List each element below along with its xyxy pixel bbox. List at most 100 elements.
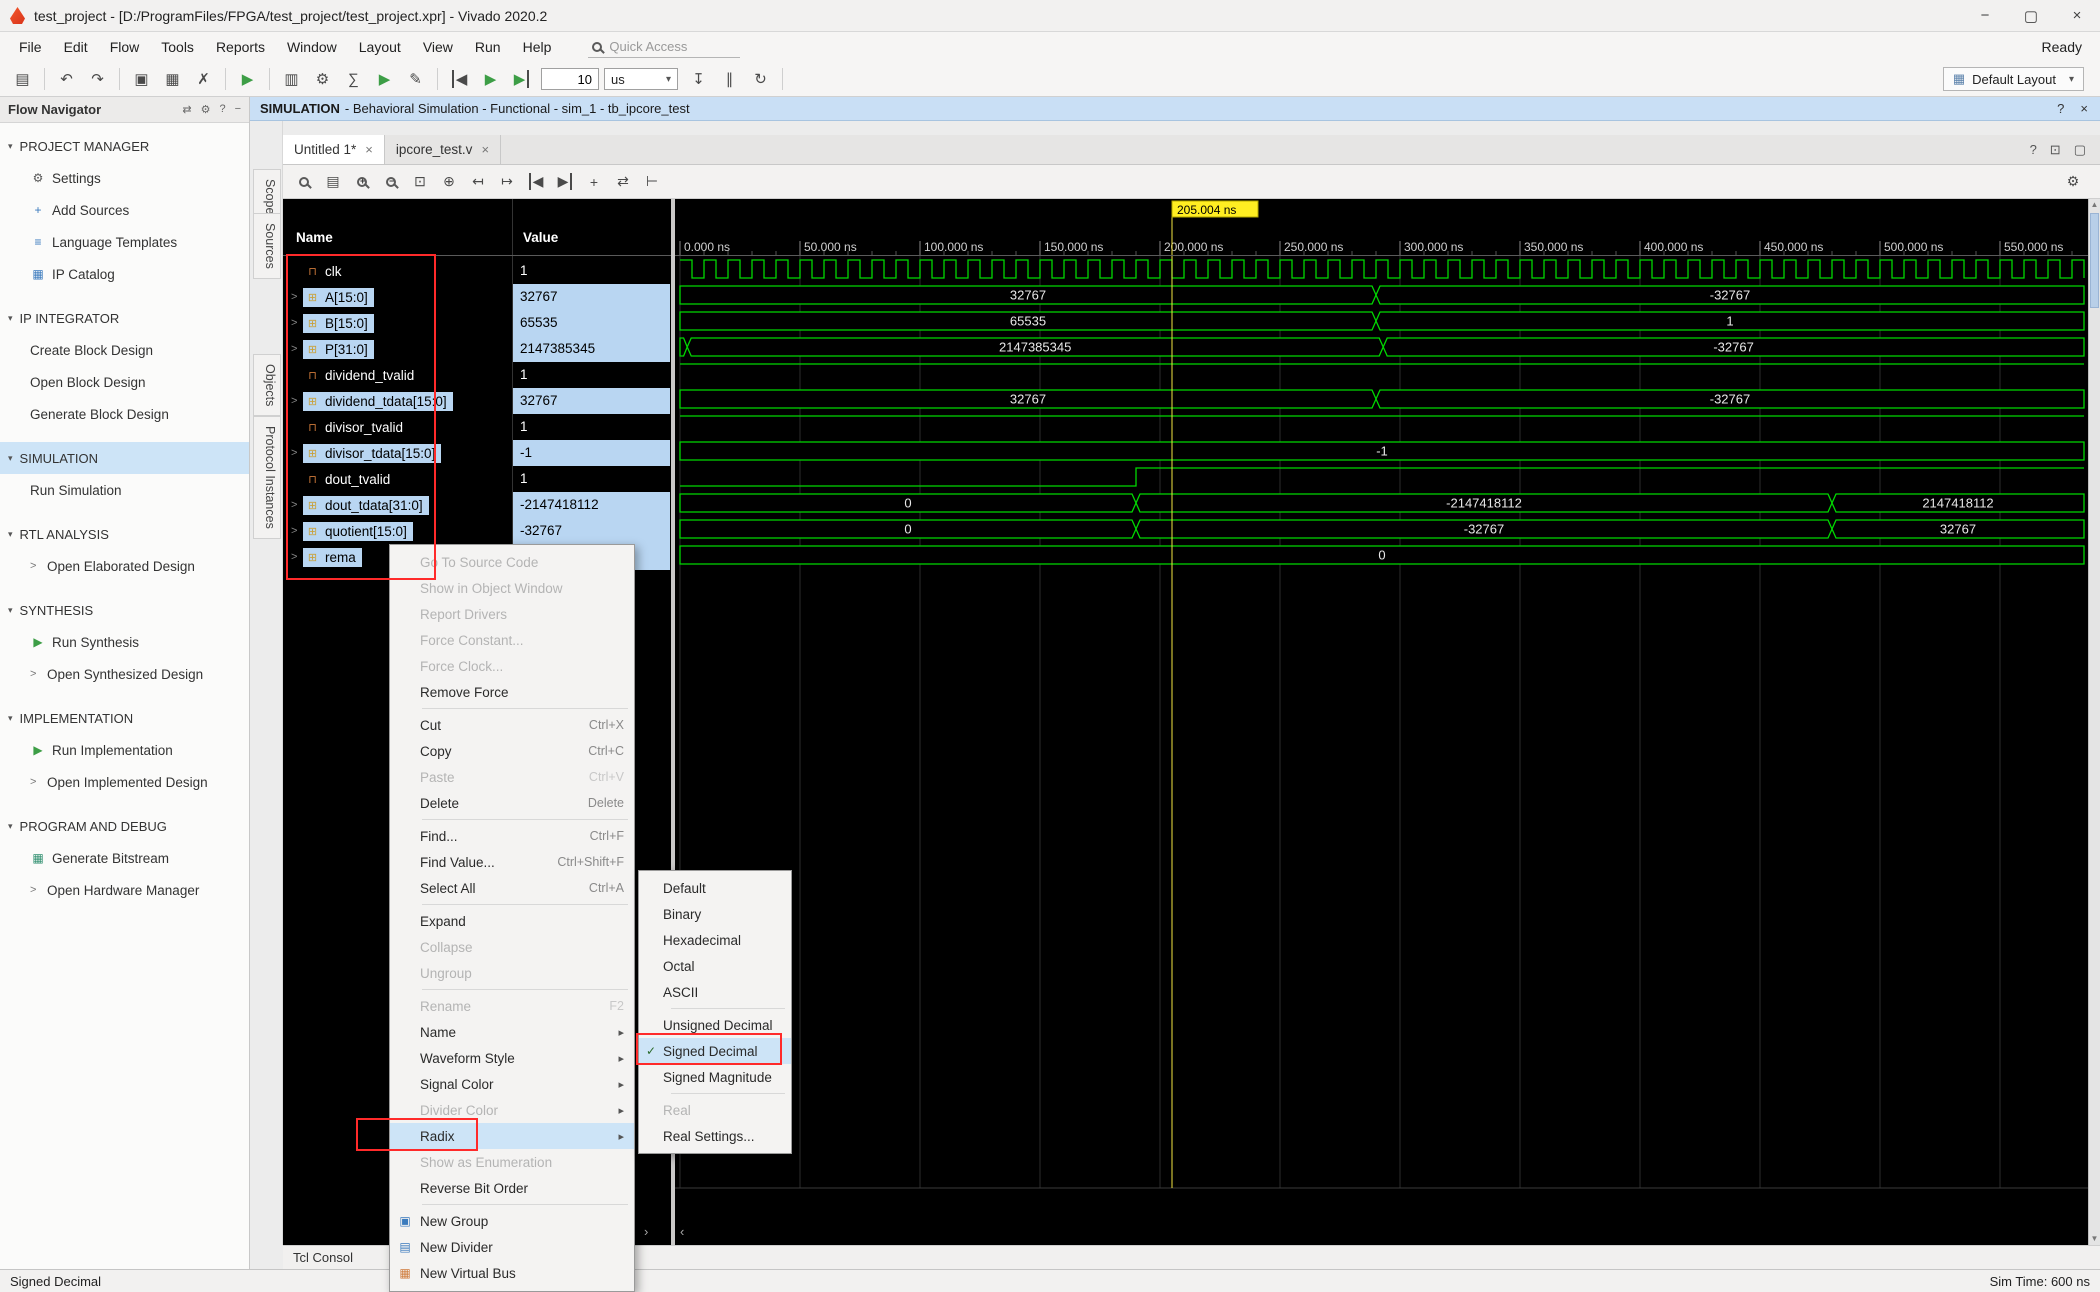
expand-icon[interactable]: > [30,884,41,896]
swap-ends-icon[interactable]: ⇄ [610,169,636,195]
snap-to-transition-icon[interactable]: ⊢ [639,169,665,195]
menu-item-new-divider[interactable]: ▤New Divider [390,1234,634,1260]
menu-item-ascii[interactable]: ASCII [639,979,791,1005]
simulation-time-input[interactable] [541,68,599,90]
flownav-item-generate-block-design[interactable]: Generate Block Design [0,398,249,430]
section-collapse-icon[interactable]: ▾ [8,453,13,464]
flownav-item-open-block-design[interactable]: Open Block Design [0,366,249,398]
menu-help[interactable]: Help [512,32,563,62]
go-to-end-icon[interactable]: ↦ [494,169,520,195]
section-collapse-icon[interactable]: ▾ [8,529,13,540]
menu-file[interactable]: File [8,32,53,62]
edit-icon[interactable]: ✎ [401,66,430,93]
float-icon[interactable]: ⊡ [2050,142,2061,158]
undo-icon[interactable]: ↶ [52,66,81,93]
tab-close-icon[interactable]: × [481,142,489,157]
menu-item-real-settings[interactable]: Real Settings... [639,1123,791,1149]
tab-close-icon[interactable]: × [365,142,373,157]
save-wave-icon[interactable]: ▤ [320,169,346,195]
menu-item-find-value[interactable]: Find Value...Ctrl+Shift+F [390,849,634,875]
expand-icon[interactable]: > [291,317,303,329]
help-icon[interactable]: ? [2030,142,2037,157]
gear-icon[interactable]: ⚙ [308,66,337,93]
menu-item-hexadecimal[interactable]: Hexadecimal [639,927,791,953]
flownav-item-ip-catalog[interactable]: ▦IP Catalog [0,258,249,290]
tab-untitled-1[interactable]: Untitled 1*× [283,135,385,164]
menu-item-expand[interactable]: Expand [390,908,634,934]
flownav-item-generate-bitstream[interactable]: ▦Generate Bitstream [0,842,249,874]
signal-name-divisor-tvalid[interactable]: ⊓divisor_tvalid [283,414,512,440]
menu-item-cut[interactable]: CutCtrl+X [390,712,634,738]
flow-section-rtl-analysis[interactable]: ▾RTL ANALYSIS [0,518,249,550]
go-to-start-icon[interactable]: ↤ [465,169,491,195]
flow-section-simulation[interactable]: ▾SIMULATION [0,442,249,474]
signal-name-dividend-tvalid[interactable]: ⊓dividend_tvalid [283,362,512,388]
expand-icon[interactable]: > [30,668,41,680]
signal-name-dividend-tdata-15-0[interactable]: >⊞dividend_tdata[15:0] [283,388,512,414]
menu-item-binary[interactable]: Binary [639,901,791,927]
zoom-in-icon[interactable]: + [349,169,375,195]
waveform-canvas[interactable]: 0.000 ns50.000 ns100.000 ns150.000 ns200… [675,199,2088,1245]
section-collapse-icon[interactable]: ▾ [8,313,13,324]
add-marker-icon[interactable]: + [581,169,607,195]
side-tab-sources[interactable]: Sources [253,213,281,279]
expand-icon[interactable]: > [291,447,303,459]
scroll-right-icon[interactable]: › [644,1224,648,1239]
menu-item-find[interactable]: Find...Ctrl+F [390,823,634,849]
menu-item-new-virtual-bus[interactable]: ▦New Virtual Bus [390,1260,634,1286]
help-icon[interactable]: ? [2057,101,2064,116]
menu-item-octal[interactable]: Octal [639,953,791,979]
menu-item-waveform-style[interactable]: Waveform Style▸ [390,1045,634,1071]
close-button[interactable]: × [2054,0,2100,31]
run-icon[interactable]: ▶ [233,66,262,93]
run-for-icon[interactable]: ▶ [507,66,536,93]
float-icon[interactable]: ⇄ [182,103,191,116]
minimize-icon[interactable]: − [235,103,241,116]
maximize-panel-icon[interactable]: ▢ [2074,142,2086,158]
delete-icon[interactable]: ✗ [189,66,218,93]
menu-item-copy[interactable]: CopyCtrl+C [390,738,634,764]
expand-icon[interactable]: > [291,525,303,537]
flownav-item-open-implemented-design[interactable]: >Open Implemented Design [0,766,249,798]
scroll-down-icon[interactable]: ▼ [2089,1233,2100,1245]
menu-layout[interactable]: Layout [348,32,412,62]
menu-item-new-group[interactable]: ▣New Group [390,1208,634,1234]
flow-section-synthesis[interactable]: ▾SYNTHESIS [0,594,249,626]
copy-icon[interactable]: ▣ [127,66,156,93]
section-collapse-icon[interactable]: ▾ [8,605,13,616]
help-icon[interactable]: ? [219,103,225,116]
signal-name-divisor-tdata-15-0[interactable]: >⊞divisor_tdata[15:0] [283,440,512,466]
flow-section-ip-integrator[interactable]: ▾IP INTEGRATOR [0,302,249,334]
expand-icon[interactable]: > [291,499,303,511]
flownav-item-open-synthesized-design[interactable]: >Open Synthesized Design [0,658,249,690]
signal-name-clk[interactable]: ⊓clk [283,258,512,284]
flow-section-program-and-debug[interactable]: ▾PROGRAM AND DEBUG [0,810,249,842]
scroll-left-icon[interactable]: ‹ [680,1224,684,1239]
signal-name-p-31-0[interactable]: >⊞P[31:0] [283,336,512,362]
flownav-item-run-synthesis[interactable]: ▶Run Synthesis [0,626,249,658]
paste-icon[interactable]: ▦ [158,66,187,93]
expand-icon[interactable]: > [291,551,303,563]
sum-icon[interactable]: ∑ [339,66,368,93]
menu-item-signal-color[interactable]: Signal Color▸ [390,1071,634,1097]
signal-name-dout-tvalid[interactable]: ⊓dout_tvalid [283,466,512,492]
side-tab-objects[interactable]: Objects [253,354,281,416]
vertical-scrollbar[interactable]: ▲ ▼ [2088,199,2100,1245]
menu-item-signed-magnitude[interactable]: Signed Magnitude [639,1064,791,1090]
menu-item-signed-decimal[interactable]: ✓Signed Decimal [639,1038,791,1064]
tab-ipcore-test-v[interactable]: ipcore_test.v× [385,135,501,164]
flow-section-project-manager[interactable]: ▾PROJECT MANAGER [0,130,249,162]
layout-select[interactable]: ▦ Default Layout ▾ [1943,67,2084,91]
zoom-out-icon[interactable]: − [378,169,404,195]
expand-icon[interactable]: > [30,776,41,788]
wave-settings-icon[interactable]: ⚙ [2060,169,2086,195]
section-collapse-icon[interactable]: ▾ [8,141,13,152]
expand-icon[interactable]: > [291,291,303,303]
menu-edit[interactable]: Edit [53,32,99,62]
flownav-item-add-sources[interactable]: +Add Sources [0,194,249,226]
menu-item-default[interactable]: Default [639,875,791,901]
flownav-item-settings[interactable]: ⚙Settings [0,162,249,194]
scroll-up-icon[interactable]: ▲ [2089,199,2100,211]
maximize-button[interactable]: ▢ [2008,0,2054,31]
menu-flow[interactable]: Flow [99,32,151,62]
